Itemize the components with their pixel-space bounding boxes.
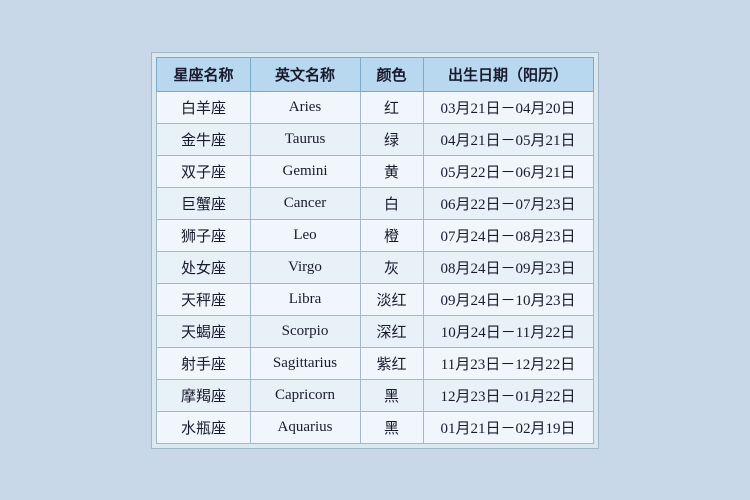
chinese-name: 天蝎座 bbox=[157, 315, 250, 347]
english-name: Leo bbox=[250, 219, 360, 251]
color-value: 黑 bbox=[360, 411, 423, 443]
chinese-name: 天秤座 bbox=[157, 283, 250, 315]
chinese-name: 处女座 bbox=[157, 251, 250, 283]
table-header-row: 星座名称 英文名称 颜色 出生日期（阳历） bbox=[157, 57, 593, 91]
chinese-name: 白羊座 bbox=[157, 91, 250, 123]
english-name: Aries bbox=[250, 91, 360, 123]
table-row: 白羊座Aries红03月21日－04月20日 bbox=[157, 91, 593, 123]
chinese-name: 水瓶座 bbox=[157, 411, 250, 443]
english-name: Aquarius bbox=[250, 411, 360, 443]
header-color: 颜色 bbox=[360, 57, 423, 91]
color-value: 绿 bbox=[360, 123, 423, 155]
chinese-name: 双子座 bbox=[157, 155, 250, 187]
date-range: 07月24日－08月23日 bbox=[423, 219, 593, 251]
header-date: 出生日期（阳历） bbox=[423, 57, 593, 91]
english-name: Capricorn bbox=[250, 379, 360, 411]
color-value: 橙 bbox=[360, 219, 423, 251]
table-row: 狮子座Leo橙07月24日－08月23日 bbox=[157, 219, 593, 251]
table-row: 处女座Virgo灰08月24日－09月23日 bbox=[157, 251, 593, 283]
table-row: 金牛座Taurus绿04月21日－05月21日 bbox=[157, 123, 593, 155]
date-range: 11月23日－12月22日 bbox=[423, 347, 593, 379]
table-row: 摩羯座Capricorn黑12月23日－01月22日 bbox=[157, 379, 593, 411]
date-range: 10月24日－11月22日 bbox=[423, 315, 593, 347]
table-row: 水瓶座Aquarius黑01月21日－02月19日 bbox=[157, 411, 593, 443]
chinese-name: 巨蟹座 bbox=[157, 187, 250, 219]
zodiac-table: 星座名称 英文名称 颜色 出生日期（阳历） 白羊座Aries红03月21日－04… bbox=[156, 57, 593, 444]
color-value: 白 bbox=[360, 187, 423, 219]
header-english: 英文名称 bbox=[250, 57, 360, 91]
english-name: Cancer bbox=[250, 187, 360, 219]
chinese-name: 金牛座 bbox=[157, 123, 250, 155]
date-range: 09月24日－10月23日 bbox=[423, 283, 593, 315]
date-range: 06月22日－07月23日 bbox=[423, 187, 593, 219]
english-name: Gemini bbox=[250, 155, 360, 187]
date-range: 12月23日－01月22日 bbox=[423, 379, 593, 411]
table-row: 射手座Sagittarius紫红11月23日－12月22日 bbox=[157, 347, 593, 379]
date-range: 03月21日－04月20日 bbox=[423, 91, 593, 123]
color-value: 黑 bbox=[360, 379, 423, 411]
date-range: 08月24日－09月23日 bbox=[423, 251, 593, 283]
table-row: 双子座Gemini黄05月22日－06月21日 bbox=[157, 155, 593, 187]
color-value: 紫红 bbox=[360, 347, 423, 379]
english-name: Sagittarius bbox=[250, 347, 360, 379]
color-value: 灰 bbox=[360, 251, 423, 283]
color-value: 红 bbox=[360, 91, 423, 123]
chinese-name: 射手座 bbox=[157, 347, 250, 379]
color-value: 淡红 bbox=[360, 283, 423, 315]
chinese-name: 摩羯座 bbox=[157, 379, 250, 411]
table-row: 巨蟹座Cancer白06月22日－07月23日 bbox=[157, 187, 593, 219]
english-name: Taurus bbox=[250, 123, 360, 155]
english-name: Libra bbox=[250, 283, 360, 315]
chinese-name: 狮子座 bbox=[157, 219, 250, 251]
english-name: Virgo bbox=[250, 251, 360, 283]
date-range: 01月21日－02月19日 bbox=[423, 411, 593, 443]
date-range: 04月21日－05月21日 bbox=[423, 123, 593, 155]
color-value: 黄 bbox=[360, 155, 423, 187]
color-value: 深红 bbox=[360, 315, 423, 347]
english-name: Scorpio bbox=[250, 315, 360, 347]
table-row: 天蝎座Scorpio深红10月24日－11月22日 bbox=[157, 315, 593, 347]
header-chinese: 星座名称 bbox=[157, 57, 250, 91]
date-range: 05月22日－06月21日 bbox=[423, 155, 593, 187]
zodiac-table-container: 星座名称 英文名称 颜色 出生日期（阳历） 白羊座Aries红03月21日－04… bbox=[151, 52, 598, 449]
table-row: 天秤座Libra淡红09月24日－10月23日 bbox=[157, 283, 593, 315]
